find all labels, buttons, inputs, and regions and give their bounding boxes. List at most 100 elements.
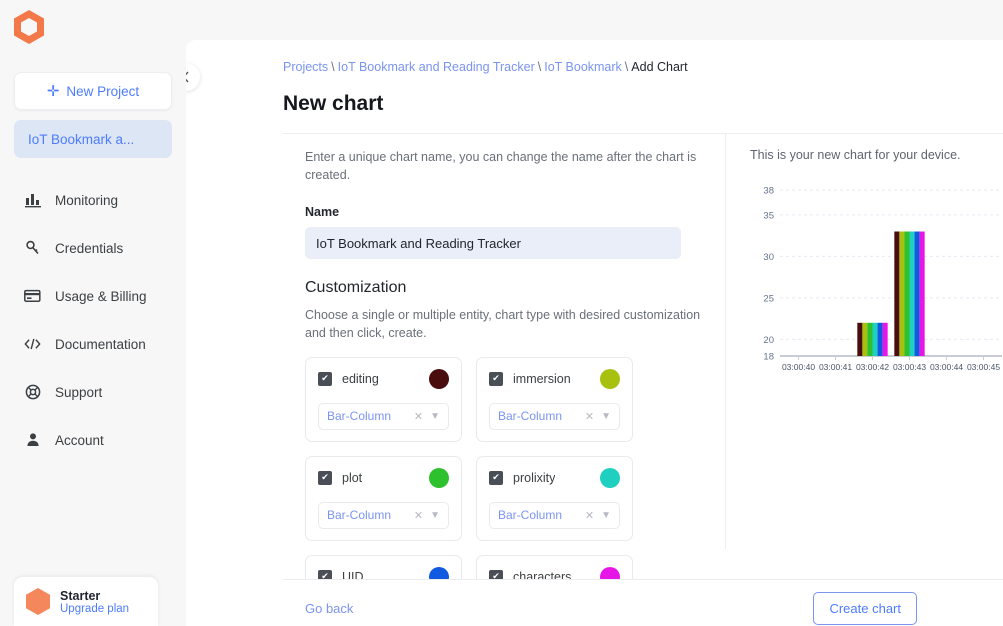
preview-caption: This is your new chart for your device.: [750, 148, 996, 162]
chart-type-value: Bar-Column: [498, 409, 562, 423]
sidebar-item-label: Credentials: [55, 241, 123, 256]
chart-type-value: Bar-Column: [498, 508, 562, 522]
chart-name-input[interactable]: [305, 227, 681, 259]
plus-icon: ✛: [47, 84, 60, 99]
breadcrumb-separator: \: [625, 60, 628, 74]
plan-name: Starter: [60, 589, 129, 603]
entity-cards-grid: editing Bar-Column ✕ ▼: [305, 357, 649, 579]
sidebar-item-account[interactable]: Account: [0, 416, 186, 464]
sidebar-item-label: Account: [55, 433, 104, 448]
entity-label: plot: [342, 471, 362, 485]
plan-card[interactable]: Starter Upgrade plan: [14, 577, 158, 626]
entity-color-dot[interactable]: [600, 369, 620, 389]
hexagon-logo-icon: [14, 10, 44, 44]
entity-checkbox[interactable]: [489, 471, 503, 485]
entity-cards-scroll-area[interactable]: editing Bar-Column ✕ ▼: [305, 357, 649, 579]
hexagon-plan-icon: [26, 588, 50, 615]
breadcrumb-item-projects[interactable]: Projects: [283, 60, 328, 74]
panel-divider: [725, 134, 726, 549]
entity-card-prolixity[interactable]: prolixity Bar-Column ✕ ▼: [476, 456, 633, 541]
svg-text:03:00:43: 03:00:43: [893, 362, 926, 372]
form-column: Enter a unique chart name, you can chang…: [283, 134, 725, 579]
breadcrumb-current: Add Chart: [631, 60, 687, 74]
entity-label: immersion: [513, 372, 571, 386]
code-icon: [24, 336, 41, 353]
credit-card-icon: [24, 288, 41, 305]
entity-color-dot[interactable]: [429, 567, 449, 579]
svg-text:03:00:40: 03:00:40: [782, 362, 815, 372]
sidebar-item-credentials[interactable]: Credentials: [0, 224, 186, 272]
sidebar-nav: Monitoring Credentials Usage & Billing D…: [0, 176, 186, 464]
preview-column: This is your new chart for your device. …: [725, 134, 1003, 579]
app-root: ✛ New Project IoT Bookmark a... Monitori…: [0, 0, 1003, 626]
entity-card-uid[interactable]: UID Bar-Column ✕ ▼: [305, 555, 462, 579]
page-title: New chart: [283, 92, 1003, 116]
entity-color-dot[interactable]: [429, 369, 449, 389]
breadcrumb-item-bookmark[interactable]: IoT Bookmark: [544, 60, 622, 74]
breadcrumb-item-tracker[interactable]: IoT Bookmark and Reading Tracker: [338, 60, 535, 74]
entity-card-characters[interactable]: characters Bar-Column ✕ ▼: [476, 555, 633, 579]
entity-card-editing[interactable]: editing Bar-Column ✕ ▼: [305, 357, 462, 442]
customization-title: Customization: [305, 279, 703, 297]
entity-color-dot[interactable]: [600, 567, 620, 579]
entity-color-dot[interactable]: [429, 468, 449, 488]
person-icon: [24, 432, 41, 449]
svg-text:20: 20: [763, 335, 774, 346]
entity-checkbox[interactable]: [489, 372, 503, 386]
entity-card-plot[interactable]: plot Bar-Column ✕ ▼: [305, 456, 462, 541]
entity-checkbox[interactable]: [318, 471, 332, 485]
entity-label: characters: [513, 570, 571, 579]
sidebar-item-monitoring[interactable]: Monitoring: [0, 176, 186, 224]
sidebar-item-usage-billing[interactable]: Usage & Billing: [0, 272, 186, 320]
svg-text:35: 35: [763, 210, 774, 221]
sidebar-item-support[interactable]: Support: [0, 368, 186, 416]
sidebar-item-documentation[interactable]: Documentation: [0, 320, 186, 368]
main-content: Projects\IoT Bookmark and Reading Tracke…: [186, 40, 1003, 626]
logo[interactable]: [0, 0, 186, 44]
svg-text:30: 30: [763, 252, 774, 263]
sidebar-item-label: Documentation: [55, 337, 146, 352]
go-back-link[interactable]: Go back: [305, 601, 353, 616]
chart-type-select[interactable]: Bar-Column ✕ ▼: [489, 502, 620, 529]
entity-checkbox[interactable]: [318, 570, 332, 579]
bar-chart-icon: [24, 192, 41, 209]
upgrade-plan-link[interactable]: Upgrade plan: [60, 603, 129, 615]
chevron-down-icon[interactable]: ▼: [601, 411, 611, 422]
entity-color-dot[interactable]: [600, 468, 620, 488]
chart-preview: 18202530353803:00:4003:00:4103:00:4203:0…: [750, 176, 1003, 386]
sidebar-item-label: Usage & Billing: [55, 289, 147, 304]
chart-form-panel: Enter a unique chart name, you can chang…: [283, 133, 1003, 579]
svg-text:18: 18: [763, 352, 774, 363]
new-project-label: New Project: [66, 84, 139, 99]
form-footer: Go back Create chart: [283, 579, 1003, 626]
customization-subtitle: Choose a single or multiple entity, char…: [305, 306, 703, 342]
create-chart-button[interactable]: Create chart: [813, 592, 917, 625]
clear-icon[interactable]: ✕: [585, 509, 594, 522]
svg-text:03:00:44: 03:00:44: [930, 362, 963, 372]
svg-text:03:00:41: 03:00:41: [819, 362, 852, 372]
breadcrumb: Projects\IoT Bookmark and Reading Tracke…: [283, 60, 1003, 74]
chart-type-value: Bar-Column: [327, 409, 391, 423]
chevron-down-icon[interactable]: ▼: [430, 510, 440, 521]
entity-checkbox[interactable]: [489, 570, 503, 579]
breadcrumb-separator: \: [331, 60, 334, 74]
svg-text:38: 38: [763, 186, 774, 197]
entity-checkbox[interactable]: [318, 372, 332, 386]
key-icon: [24, 240, 41, 257]
chevron-down-icon[interactable]: ▼: [601, 510, 611, 521]
clear-icon[interactable]: ✕: [414, 410, 423, 423]
sidebar-item-label: Support: [55, 385, 102, 400]
clear-icon[interactable]: ✕: [414, 509, 423, 522]
sidebar-item-current-project[interactable]: IoT Bookmark a...: [14, 120, 172, 158]
entity-card-immersion[interactable]: immersion Bar-Column ✕ ▼: [476, 357, 633, 442]
chevron-down-icon[interactable]: ▼: [430, 411, 440, 422]
chart-type-select[interactable]: Bar-Column ✕ ▼: [318, 403, 449, 430]
chart-type-select[interactable]: Bar-Column ✕ ▼: [489, 403, 620, 430]
bar-chart: 18202530353803:00:4003:00:4103:00:4203:0…: [750, 176, 1003, 386]
new-project-button[interactable]: ✛ New Project: [14, 72, 172, 110]
clear-icon[interactable]: ✕: [585, 410, 594, 423]
entity-label: prolixity: [513, 471, 555, 485]
svg-text:25: 25: [763, 293, 774, 304]
entity-label: editing: [342, 372, 379, 386]
chart-type-select[interactable]: Bar-Column ✕ ▼: [318, 502, 449, 529]
